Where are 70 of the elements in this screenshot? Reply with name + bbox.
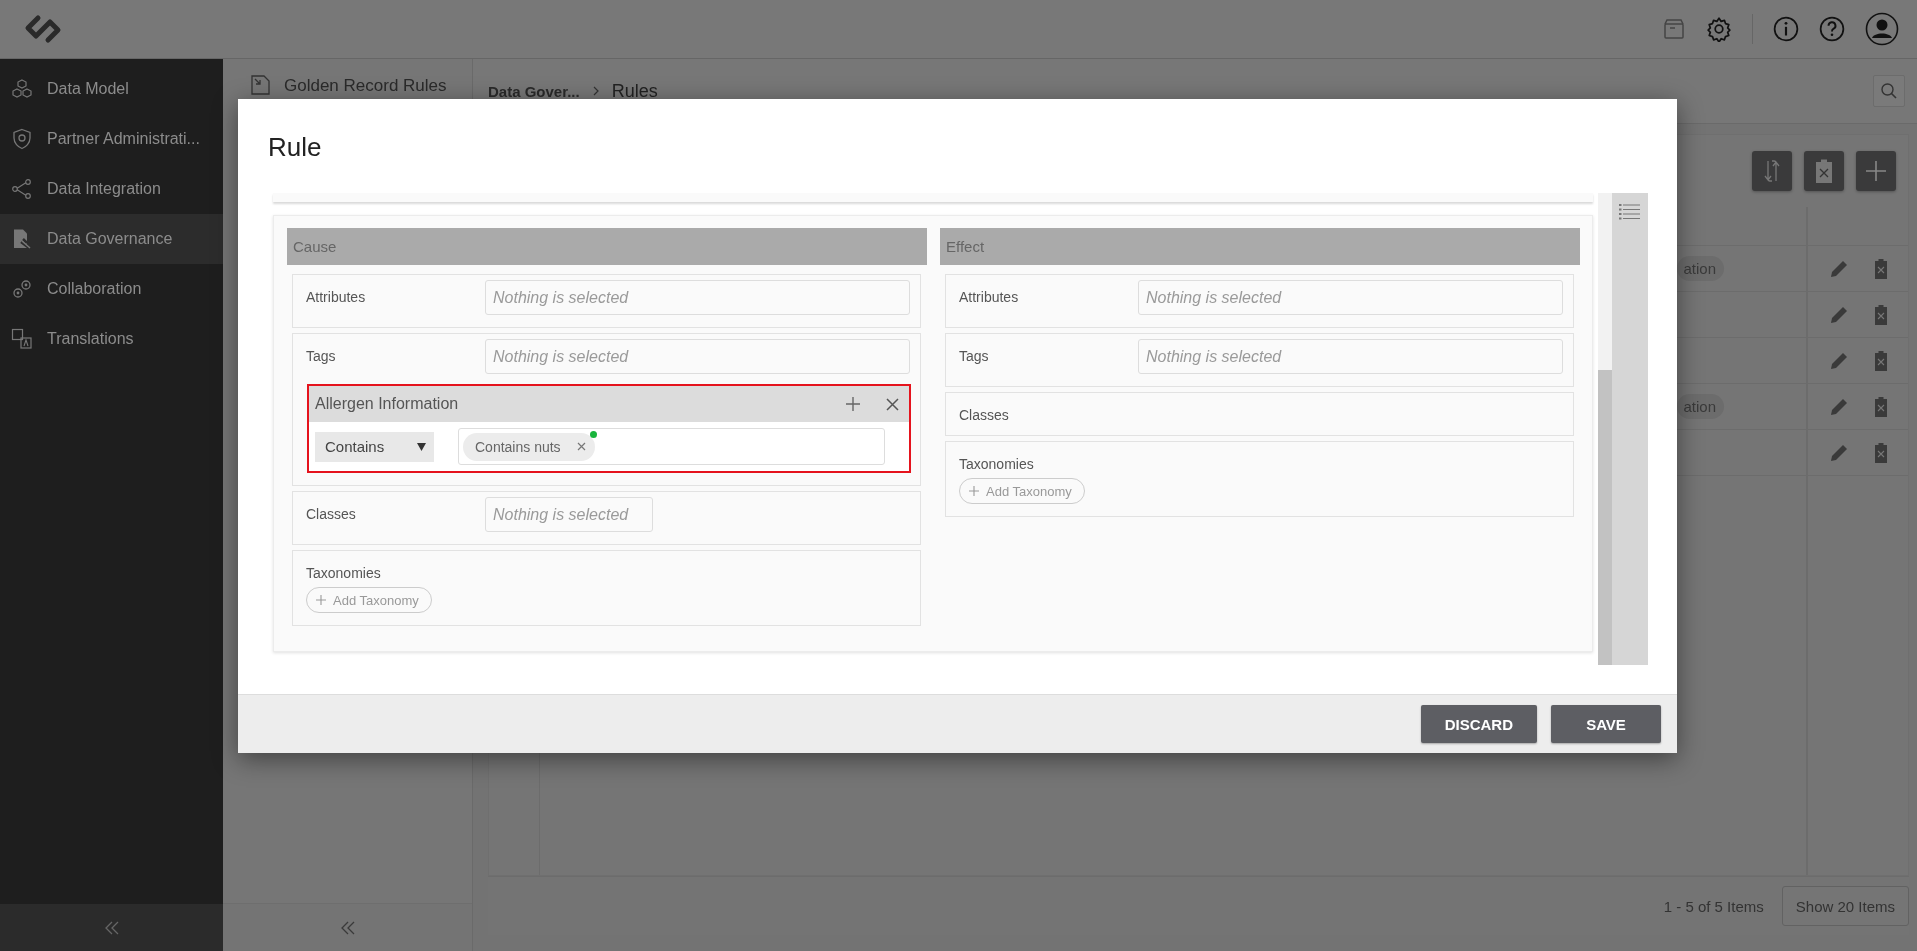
section-header: Effect — [940, 228, 1580, 265]
add-button[interactable] — [1856, 151, 1896, 191]
breadcrumb-link[interactable]: Rules — [611, 80, 658, 102]
settings-icon[interactable] — [1706, 16, 1732, 42]
clipboard-x-icon[interactable] — [1874, 349, 1888, 372]
select-field[interactable]: Nothing is selected — [1138, 280, 1563, 315]
info-icon[interactable] — [1773, 16, 1799, 42]
package-icon[interactable] — [1662, 17, 1686, 41]
field-label: Classes — [306, 505, 357, 522]
value-field[interactable]: Contains nuts — [458, 428, 885, 465]
close-icon[interactable] — [886, 397, 899, 411]
scrollbar[interactable] — [1598, 193, 1612, 665]
clipboard-x-icon[interactable] — [1874, 441, 1888, 464]
field-label: Tags — [959, 347, 990, 364]
breadcrumb-link[interactable]: Data Gover... — [488, 82, 580, 100]
sidebar-item[interactable]: Collaboration — [0, 264, 223, 314]
document-arrow-icon — [251, 75, 270, 95]
select-field[interactable]: Nothing is selected — [1138, 339, 1563, 374]
field-label: Taxonomies — [959, 455, 1035, 472]
plus-icon — [969, 486, 979, 496]
select-field[interactable]: Nothing is selected — [485, 497, 653, 532]
sync-button[interactable] — [1752, 151, 1792, 191]
condition-title: Allergen Information — [315, 395, 460, 413]
sidebar-item[interactable]: Data Governance — [0, 214, 223, 264]
cubes-icon — [11, 78, 33, 100]
sidebar-item[interactable]: Data Model — [0, 64, 223, 114]
delete-button[interactable] — [1804, 151, 1844, 191]
translate-icon — [11, 328, 33, 350]
panel-title: Golden Record Rules — [284, 76, 447, 96]
shield-icon — [11, 128, 33, 150]
select-field[interactable]: Nothing is selected — [485, 280, 910, 315]
sidebar-item[interactable]: Translations — [0, 314, 223, 364]
section-header: Cause — [287, 228, 927, 265]
field-label: Attributes — [959, 288, 1020, 305]
clipboard-x-icon[interactable] — [1874, 257, 1888, 280]
logo-icon — [24, 14, 62, 44]
list-icon[interactable] — [1619, 203, 1641, 221]
search-icon — [1880, 82, 1898, 100]
field-label: Taxonomies — [306, 564, 382, 581]
document-gavel-icon — [11, 228, 33, 250]
plus-icon — [1864, 159, 1888, 183]
add-taxonomy-button[interactable]: Add Taxonomy — [959, 478, 1085, 504]
dialog-title: Rule — [267, 131, 323, 164]
field-label: Classes — [959, 406, 1010, 423]
close-icon[interactable] — [576, 442, 586, 451]
chip-label: Contains nuts — [475, 438, 561, 455]
double-chevron-left-icon[interactable] — [339, 919, 356, 936]
caret-down-icon — [417, 442, 426, 451]
pagination-summary: 1 - 5 of 5 Items — [1663, 897, 1764, 915]
help-icon[interactable] — [1819, 16, 1845, 42]
operator-select[interactable]: Contains — [315, 431, 434, 462]
plus-icon — [316, 595, 326, 605]
sidebar-item[interactable]: Data Integration — [0, 164, 223, 214]
select-field[interactable]: Nothing is selected — [485, 339, 910, 374]
search-button[interactable] — [1873, 75, 1905, 107]
share-nodes-icon — [11, 178, 33, 200]
plus-icon[interactable] — [846, 397, 860, 411]
clipboard-x-icon — [1814, 158, 1834, 184]
clipboard-x-icon[interactable] — [1874, 395, 1888, 418]
field-label: Attributes — [306, 288, 367, 305]
user-avatar-icon[interactable] — [1865, 12, 1899, 46]
chevron-right-icon — [591, 86, 600, 96]
clipboard-x-icon[interactable] — [1874, 303, 1888, 326]
field-label: Tags — [306, 347, 337, 364]
sidebar-item[interactable]: Partner Administrati... — [0, 114, 223, 164]
double-chevron-left-icon[interactable] — [103, 919, 120, 936]
add-taxonomy-button[interactable]: Add Taxonomy — [306, 587, 432, 613]
dialog-button[interactable]: SAVE — [1551, 705, 1661, 743]
dialog-button[interactable]: DISCARD — [1420, 705, 1537, 743]
page-size-button[interactable]: Show 20 Items — [1781, 886, 1909, 926]
